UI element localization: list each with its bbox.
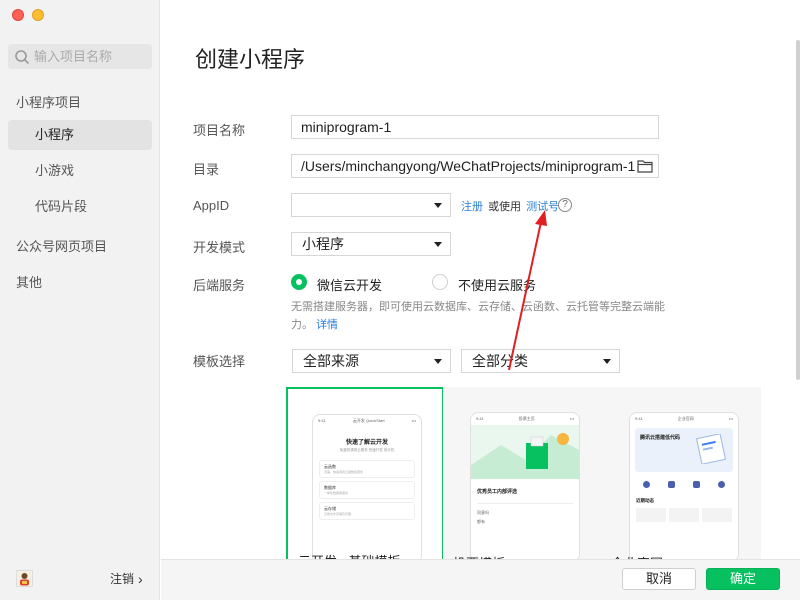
cancel-button[interactable]: 取消	[622, 568, 696, 590]
annotation-arrow	[508, 210, 547, 371]
confirm-button[interactable]: 确定	[706, 568, 780, 590]
footer-bar	[161, 559, 800, 600]
scrollbar[interactable]	[796, 40, 800, 380]
